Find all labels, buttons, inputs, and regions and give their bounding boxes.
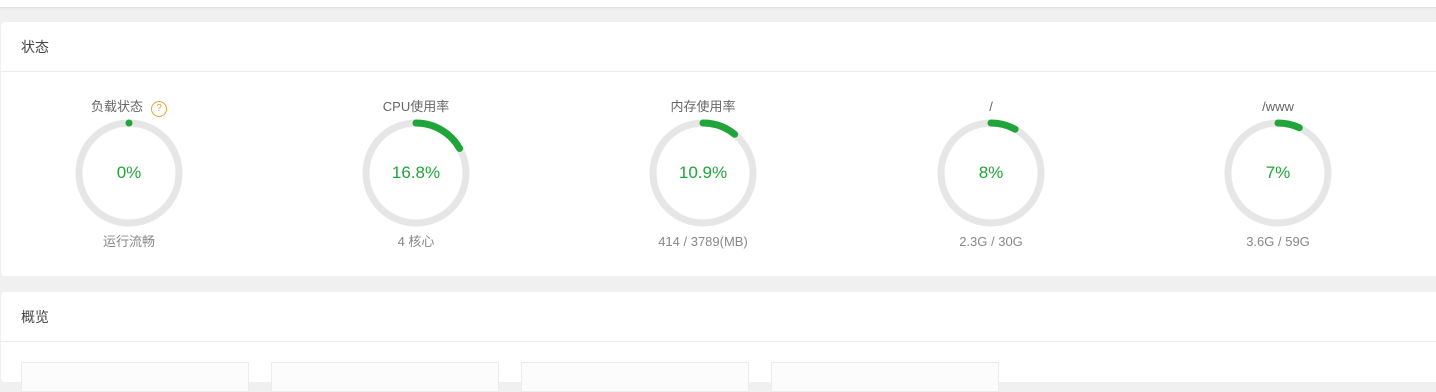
gauge-disk-www-label: /www (1262, 99, 1294, 114)
gauge-ring-svg (362, 119, 470, 227)
gauge-ring-svg (937, 119, 1045, 227)
gauge-ring-svg (649, 119, 757, 227)
gauge-load-label: 负载状态 (90, 99, 143, 114)
gauge-disk-www-ring[interactable] (1224, 119, 1332, 227)
gauge-track (75, 119, 183, 227)
gauge-row: 负载状态? 0% 运行流畅 CPU使用率 16.8% 4 核心 内存使用率 10… (1, 72, 1436, 276)
gauge-memory-detail: 414 / 3789(MB) (658, 234, 748, 249)
gauge-disk-root-detail: 2.3G / 30G (959, 234, 1023, 249)
gauge-disk-root-ring[interactable] (937, 119, 1045, 227)
gauge-load-detail: 运行流畅 (102, 234, 155, 249)
gauge-disk-root-label: / (989, 99, 993, 114)
overview-panel-title: 概览 (1, 292, 1436, 342)
gauge-disk-www-detail: 3.6G / 59G (1246, 234, 1310, 249)
gauge-cpu-detail: 4 核心 (397, 234, 435, 249)
status-panel-title: 状态 (1, 22, 1436, 72)
gauge-ring-svg (1224, 119, 1332, 227)
gauge-track (649, 119, 757, 227)
overview-card[interactable] (271, 362, 499, 392)
gauge-load-ring[interactable] (75, 119, 183, 227)
gauge-ring-svg (75, 119, 183, 227)
overview-card[interactable] (521, 362, 749, 392)
help-icon[interactable]: ? (151, 101, 167, 117)
gauge-track (1224, 119, 1332, 227)
gauge-track (937, 119, 1045, 227)
gauge-memory-ring[interactable] (649, 119, 757, 227)
overview-card[interactable] (21, 362, 249, 392)
status-panel: 状态 负载状态? 0% 运行流畅 CPU使用率 16.8% 4 核心 内存使用率… (1, 22, 1436, 276)
top-panel-strip (0, 0, 1436, 8)
gauge-cpu-label: CPU使用率 (382, 99, 450, 114)
overview-card-row (1, 342, 1436, 392)
gauge-memory-label: 内存使用率 (670, 99, 736, 114)
overview-card[interactable] (771, 362, 999, 392)
gauge-cpu-ring[interactable] (362, 119, 470, 227)
